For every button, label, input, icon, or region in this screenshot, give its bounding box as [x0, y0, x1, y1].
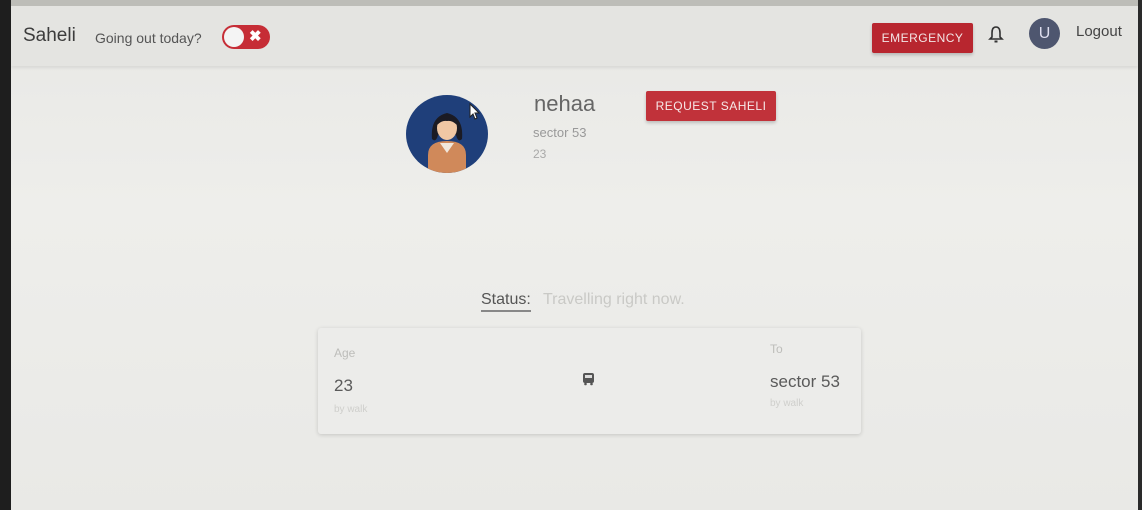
bell-icon[interactable]: [988, 25, 1004, 45]
close-icon: ✖: [249, 28, 262, 45]
brand-logo[interactable]: Saheli: [23, 25, 76, 47]
destination-value: sector 53: [770, 372, 840, 391]
screen-bezel-right: [1138, 0, 1142, 510]
status-label: Status:: [481, 291, 531, 312]
profile-address: sector 53: [533, 125, 587, 140]
going-out-toggle[interactable]: ✖: [222, 25, 270, 49]
age-label: Age: [334, 346, 356, 360]
destination-sub: by walk: [770, 398, 804, 409]
user-avatar[interactable]: U: [1029, 18, 1060, 49]
mouse-cursor-icon: [469, 103, 481, 120]
profile-name: nehaa: [534, 91, 596, 116]
bus-icon: [583, 373, 594, 386]
app-screen: Saheli Going out today? ✖ EMERGENCY U Lo…: [11, 6, 1138, 510]
to-label: To: [770, 342, 783, 356]
screen-bezel-left: [0, 0, 11, 510]
trip-card: Age 23 by walk To sector 53 by walk: [318, 328, 861, 434]
age-value: 23: [334, 376, 353, 395]
profile-age: 23: [533, 147, 547, 161]
status-text: Travelling right now.: [543, 291, 685, 308]
going-out-label: Going out today?: [95, 30, 202, 46]
emergency-button[interactable]: EMERGENCY: [872, 23, 973, 53]
request-saheli-button[interactable]: REQUEST SAHELI: [646, 91, 776, 121]
logout-link[interactable]: Logout: [1076, 23, 1122, 40]
age-sub: by walk: [334, 404, 368, 415]
toggle-knob: [224, 27, 244, 47]
top-navbar: Saheli Going out today? ✖ EMERGENCY U Lo…: [11, 6, 1138, 66]
